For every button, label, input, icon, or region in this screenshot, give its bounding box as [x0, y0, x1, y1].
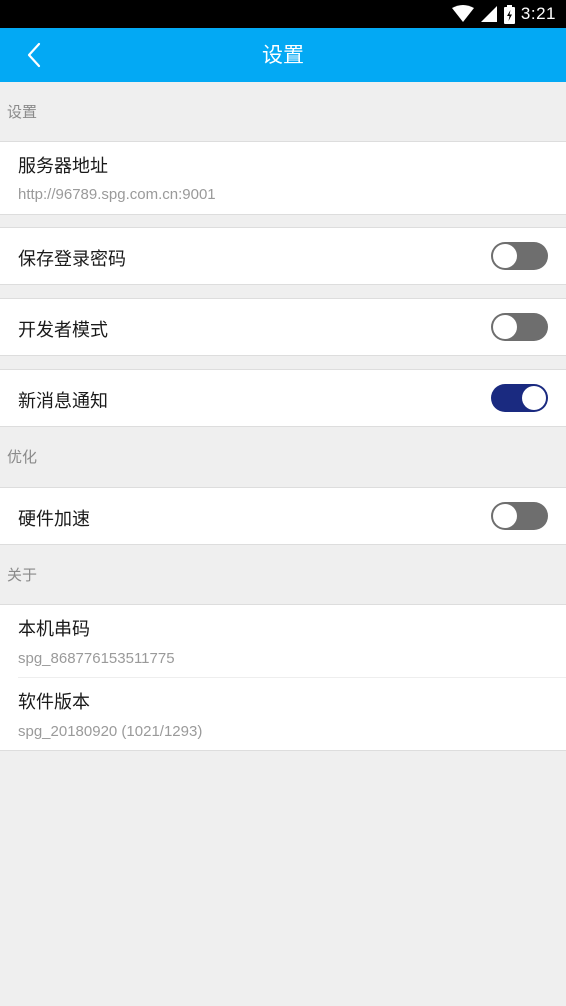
app-bar: 设置: [0, 28, 566, 82]
status-bar: 3:21: [0, 0, 566, 28]
cell-signal-icon: [480, 6, 497, 22]
page-title: 设置: [262, 43, 304, 67]
developer-mode-row[interactable]: 开发者模式: [0, 298, 566, 356]
save-password-toggle[interactable]: [491, 242, 548, 270]
about-group: 本机串码 spg_868776153511775 软件版本 spg_201809…: [0, 604, 566, 751]
chevron-left-icon: [27, 42, 41, 68]
section-header-settings: 设置: [0, 82, 566, 142]
hardware-accel-row[interactable]: 硬件加速: [0, 487, 566, 545]
toggle-knob: [493, 504, 517, 528]
developer-mode-label: 开发者模式: [18, 320, 108, 341]
toggle-knob: [493, 315, 517, 339]
software-version-value: spg_20180920 (1021/1293): [18, 723, 203, 740]
save-password-label: 保存登录密码: [18, 249, 126, 270]
status-time: 3:21: [520, 4, 556, 23]
toggle-knob: [522, 386, 546, 410]
section-header-optimize: 优化: [0, 427, 566, 487]
save-password-row[interactable]: 保存登录密码: [0, 227, 566, 285]
server-address-value: http://96789.spg.com.cn:9001: [18, 186, 216, 203]
wifi-icon: [451, 5, 474, 22]
new-message-notify-label: 新消息通知: [18, 391, 108, 412]
developer-mode-toggle[interactable]: [491, 313, 548, 341]
battery-icon: [503, 4, 515, 24]
new-message-notify-toggle[interactable]: [491, 384, 548, 412]
back-button[interactable]: [14, 34, 54, 76]
toggle-knob: [493, 244, 517, 268]
software-version-label: 软件版本: [18, 692, 90, 713]
hardware-accel-label: 硬件加速: [18, 509, 90, 530]
device-serial-label: 本机串码: [18, 619, 90, 640]
device-serial-value: spg_868776153511775: [18, 650, 175, 667]
new-message-notify-row[interactable]: 新消息通知: [0, 369, 566, 427]
server-address-row[interactable]: 服务器地址 http://96789.spg.com.cn:9001: [0, 141, 566, 215]
section-header-about: 关于: [0, 545, 566, 605]
divider: [18, 677, 566, 678]
hardware-accel-toggle[interactable]: [491, 502, 548, 530]
status-icons: 3:21: [451, 0, 556, 28]
server-address-label: 服务器地址: [18, 156, 108, 177]
